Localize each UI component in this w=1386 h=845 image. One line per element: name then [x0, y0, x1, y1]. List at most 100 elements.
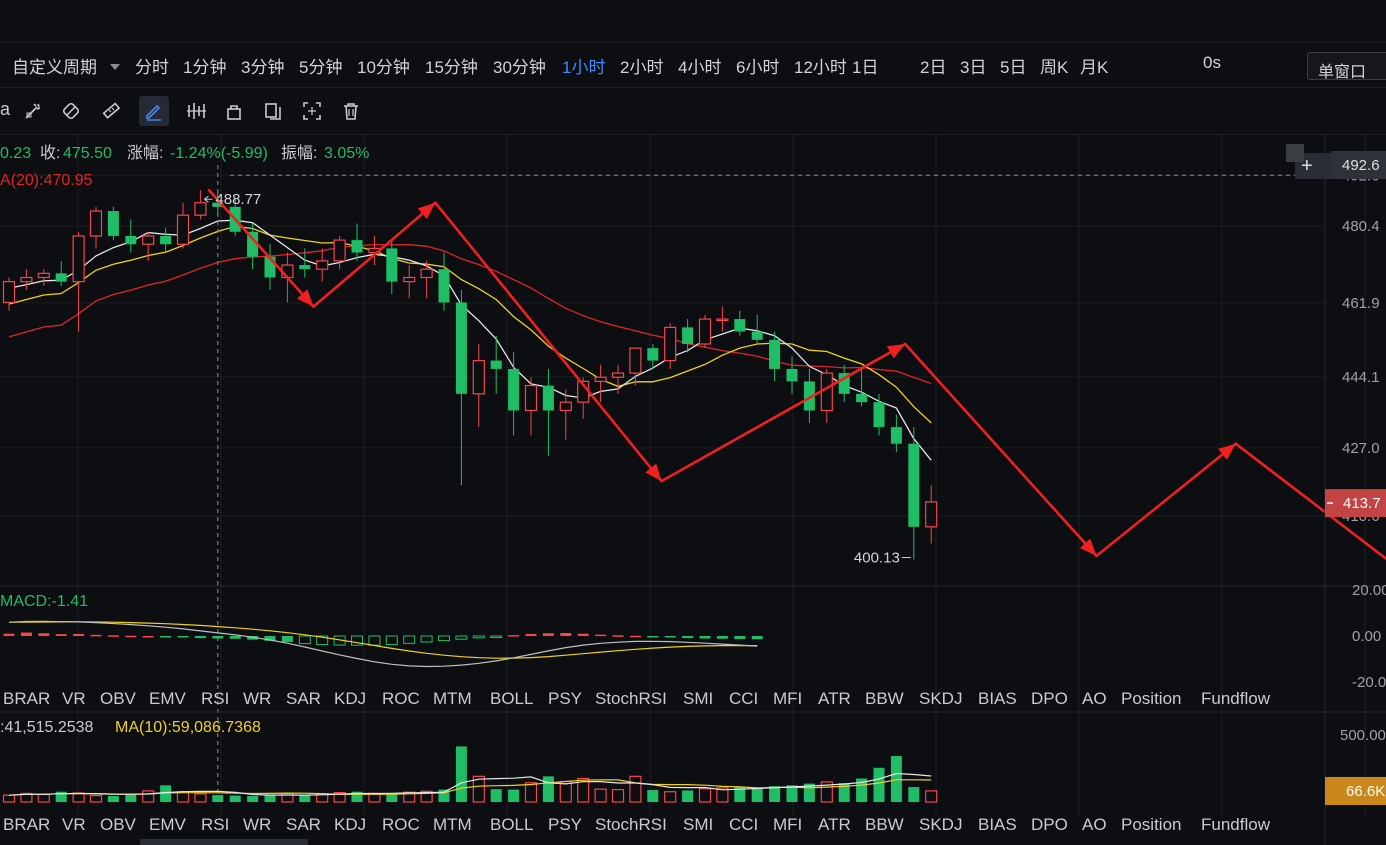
candle-body-39 [682, 327, 694, 344]
period-0[interactable]: 分时 [135, 53, 169, 78]
tab-bottom-kdj[interactable]: KDJ [334, 815, 366, 834]
open-value: 0.23 [0, 145, 31, 162]
copy-tool[interactable] [258, 96, 288, 126]
period-1[interactable]: 1分钟 [183, 53, 226, 78]
tab-bottom-roc[interactable]: ROC [382, 815, 420, 834]
tab-bottom-bias[interactable]: BIAS [978, 815, 1017, 834]
tab-bottom-bbw[interactable]: BBW [865, 815, 904, 834]
tab-skdj[interactable]: SKDJ [919, 689, 962, 708]
candle-body-31 [542, 385, 554, 411]
tab-bottom-ao[interactable]: AO [1082, 815, 1107, 834]
period-12[interactable]: 1日 [852, 53, 878, 78]
macd-bar-31 [542, 633, 554, 636]
period-17[interactable]: 月K [1080, 53, 1108, 78]
tab-atr[interactable]: ATR [818, 689, 851, 708]
tab-vr[interactable]: VR [62, 689, 86, 708]
ruler-pencil-tool[interactable] [56, 96, 86, 126]
tab-rsi[interactable]: RSI [201, 689, 229, 708]
magic-draw-tool[interactable] [18, 96, 48, 126]
macd-bar-17 [298, 635, 311, 645]
delete-tool[interactable] [336, 96, 366, 126]
pencil-draw-tool[interactable] [139, 96, 169, 126]
period-3[interactable]: 5分钟 [299, 53, 342, 78]
period-2[interactable]: 3分钟 [241, 53, 284, 78]
tab-boll[interactable]: BOLL [490, 689, 533, 708]
tab-bottom-emv[interactable]: EMV [149, 815, 187, 834]
tab-smi[interactable]: SMI [683, 689, 713, 708]
tab-bbw[interactable]: BBW [865, 689, 904, 708]
crosshair-settings-icon[interactable] [1286, 144, 1304, 162]
tab-bottom-position[interactable]: Position [1121, 815, 1181, 834]
period-13[interactable]: 2日 [920, 53, 946, 78]
tab-position[interactable]: Position [1121, 689, 1181, 708]
candle-body-2 [37, 272, 50, 279]
tab-bottom-vr[interactable]: VR [62, 815, 86, 834]
tab-bottom-mfi[interactable]: MFI [773, 815, 802, 834]
period-7[interactable]: 1小时 [562, 53, 605, 78]
period-4[interactable]: 10分钟 [357, 53, 410, 78]
candle-body-9 [160, 235, 172, 245]
tab-bottom-wr[interactable]: WR [243, 815, 271, 834]
indicator-tool[interactable] [181, 96, 211, 126]
macd-histogram [3, 620, 763, 668]
low-annotation: 400.13 [854, 550, 911, 567]
eraser-tool[interactable] [96, 96, 126, 126]
tab-bottom-smi[interactable]: SMI [683, 815, 713, 834]
tab-mfi[interactable]: MFI [773, 689, 802, 708]
tab-cci[interactable]: CCI [729, 689, 758, 708]
tab-stochrsi[interactable]: StochRSI [595, 689, 667, 708]
period-11[interactable]: 12小时 [794, 53, 847, 78]
tab-bottom-sar[interactable]: SAR [286, 815, 321, 834]
tab-sar[interactable]: SAR [286, 689, 321, 708]
tab-psy[interactable]: PSY [548, 689, 582, 708]
tab-bottom-fundflow[interactable]: Fundflow [1201, 815, 1271, 834]
candle-body-25 [438, 269, 450, 303]
tab-bottom-boll[interactable]: BOLL [490, 815, 533, 834]
screenshot-tool[interactable] [297, 96, 327, 126]
candle-body-3 [55, 273, 67, 282]
macd-bar-30 [525, 633, 537, 636]
tab-mtm[interactable]: MTM [433, 689, 472, 708]
period-16[interactable]: 周K [1040, 53, 1068, 78]
custom-period-button[interactable]: 自定义周期 [12, 53, 97, 78]
tab-bottom-mtm[interactable]: MTM [433, 815, 472, 834]
tab-brar[interactable]: BRAR [3, 689, 50, 708]
period-10[interactable]: 6小时 [736, 53, 779, 78]
tab-fundflow[interactable]: Fundflow [1201, 689, 1271, 708]
period-5[interactable]: 15分钟 [425, 53, 478, 78]
macd-bar-1 [20, 632, 32, 636]
window-mode-select[interactable]: 单窗口 [1307, 52, 1386, 81]
price-tick-label-2: 461.9 [1342, 295, 1380, 312]
tab-obv[interactable]: OBV [100, 689, 137, 708]
tab-bottom-psy[interactable]: PSY [548, 815, 582, 834]
period-8[interactable]: 2小时 [620, 53, 663, 78]
crosshair-price-value: 492.6 [1342, 157, 1380, 174]
macd-bar-28 [490, 635, 503, 638]
tab-bottom-skdj[interactable]: SKDJ [919, 815, 962, 834]
period-6[interactable]: 30分钟 [493, 53, 546, 78]
volume-bar-5 [89, 794, 103, 803]
period-14[interactable]: 3日 [960, 53, 986, 78]
tab-bottom-atr[interactable]: ATR [818, 815, 851, 834]
candle-body-52 [908, 443, 920, 527]
tab-ao[interactable]: AO [1082, 689, 1107, 708]
tab-bottom-stochrsi[interactable]: StochRSI [595, 815, 667, 834]
tab-bottom-rsi[interactable]: RSI [201, 815, 229, 834]
horizontal-scrollbar[interactable] [140, 839, 308, 845]
tab-dpo[interactable]: DPO [1031, 689, 1068, 708]
period-15[interactable]: 5日 [1000, 53, 1026, 78]
tab-bias[interactable]: BIAS [978, 689, 1017, 708]
tab-bottom-brar[interactable]: BRAR [3, 815, 50, 834]
volume-label: :41,515.2538 [0, 719, 94, 736]
custom-period-chevron-down-icon[interactable] [110, 64, 120, 70]
tab-roc[interactable]: ROC [382, 689, 420, 708]
period-9[interactable]: 4小时 [678, 53, 721, 78]
chart-area[interactable]: 0.23 收: 475.50 涨幅: -1.24%(-5.99) 振幅: 3.0… [0, 135, 1386, 845]
tab-bottom-dpo[interactable]: DPO [1031, 815, 1068, 834]
tab-bottom-obv[interactable]: OBV [100, 815, 137, 834]
lock-tool[interactable] [219, 96, 249, 126]
tab-emv[interactable]: EMV [149, 689, 187, 708]
tab-wr[interactable]: WR [243, 689, 271, 708]
tab-bottom-cci[interactable]: CCI [729, 815, 758, 834]
tab-kdj[interactable]: KDJ [334, 689, 366, 708]
